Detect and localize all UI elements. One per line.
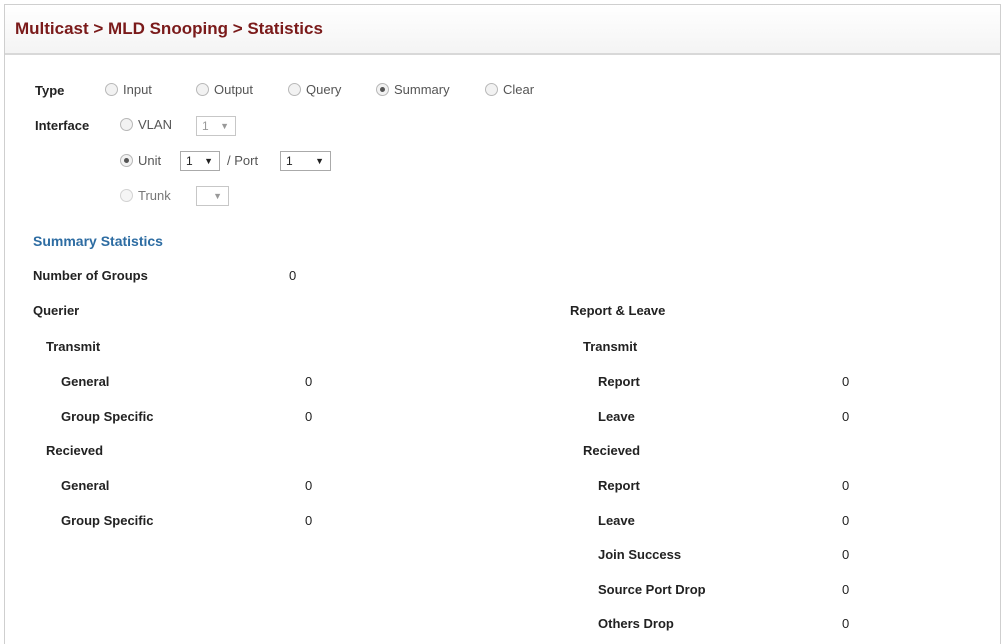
- report-rx-report-value: 0: [842, 478, 850, 493]
- unit-select[interactable]: 1 ▼: [180, 151, 220, 171]
- radio-circle-icon: [196, 83, 209, 96]
- querier-tx-general-value: 0: [305, 374, 313, 389]
- radio-circle-icon: [105, 83, 118, 96]
- interface-trunk-radio[interactable]: Trunk: [120, 188, 171, 203]
- type-output-radio[interactable]: Output: [196, 82, 253, 97]
- interface-unit-radio[interactable]: Unit: [120, 153, 161, 168]
- chevron-down-icon: ▼: [204, 156, 213, 166]
- summary-statistics-heading: Summary Statistics: [33, 233, 163, 249]
- content-frame: [4, 4, 1001, 644]
- radio-circle-icon: [288, 83, 301, 96]
- number-of-groups-label: Number of Groups: [33, 268, 148, 283]
- radio-circle-icon: [120, 118, 133, 131]
- querier-rx-general-value: 0: [305, 478, 313, 493]
- type-input-radio[interactable]: Input: [105, 82, 152, 97]
- querier-received-heading: Recieved: [46, 443, 104, 458]
- report-received-heading: Recieved: [583, 443, 641, 458]
- querier-rx-general-label: General: [61, 478, 110, 493]
- type-query-radio[interactable]: Query: [288, 82, 341, 97]
- report-tx-report-label: Report: [598, 374, 640, 389]
- type-clear-radio[interactable]: Clear: [485, 82, 534, 97]
- report-tx-leave-value: 0: [842, 409, 850, 424]
- vlan-select[interactable]: 1 ▼: [196, 116, 236, 136]
- radio-circle-icon: [120, 189, 133, 202]
- chevron-down-icon: ▼: [315, 156, 324, 166]
- report-rx-join-success-value: 0: [842, 547, 850, 562]
- querier-heading: Querier: [33, 303, 80, 318]
- chevron-down-icon: ▼: [213, 191, 222, 201]
- page-title: Multicast > MLD Snooping > Statistics: [15, 19, 323, 38]
- interface-vlan-radio[interactable]: VLAN: [120, 117, 172, 132]
- type-summary-radio[interactable]: Summary: [376, 82, 450, 97]
- trunk-select[interactable]: ▼: [196, 186, 229, 206]
- querier-transmit-heading: Transmit: [46, 339, 101, 354]
- querier-rx-group-label: Group Specific: [61, 513, 154, 528]
- querier-rx-group-value: 0: [305, 513, 313, 528]
- radio-circle-icon: [485, 83, 498, 96]
- report-tx-report-value: 0: [842, 374, 850, 389]
- report-rx-source-port-drop-label: Source Port Drop: [598, 582, 706, 597]
- report-rx-others-drop-label: Others Drop: [598, 616, 674, 631]
- type-label: Type: [35, 83, 65, 98]
- report-rx-others-drop-value: 0: [842, 616, 850, 631]
- report-rx-join-success-label: Join Success: [598, 547, 682, 562]
- radio-selected-icon: [120, 154, 133, 167]
- interface-label: Interface: [35, 118, 90, 133]
- report-rx-report-label: Report: [598, 478, 640, 493]
- report-tx-leave-label: Leave: [598, 409, 635, 424]
- radio-selected-icon: [376, 83, 389, 96]
- page-header: Multicast > MLD Snooping > Statistics: [5, 5, 1000, 55]
- port-select[interactable]: 1 ▼: [280, 151, 331, 171]
- report-rx-leave-value: 0: [842, 513, 850, 528]
- chevron-down-icon: ▼: [220, 121, 229, 131]
- querier-tx-group-value: 0: [305, 409, 313, 424]
- port-label: / Port: [227, 153, 259, 168]
- report-leave-heading: Report & Leave: [570, 303, 666, 318]
- querier-tx-general-label: General: [61, 374, 110, 389]
- report-transmit-heading: Transmit: [583, 339, 638, 354]
- report-rx-source-port-drop-value: 0: [842, 582, 850, 597]
- querier-tx-group-label: Group Specific: [61, 409, 154, 424]
- number-of-groups-value: 0: [289, 268, 297, 283]
- report-rx-leave-label: Leave: [598, 513, 635, 528]
